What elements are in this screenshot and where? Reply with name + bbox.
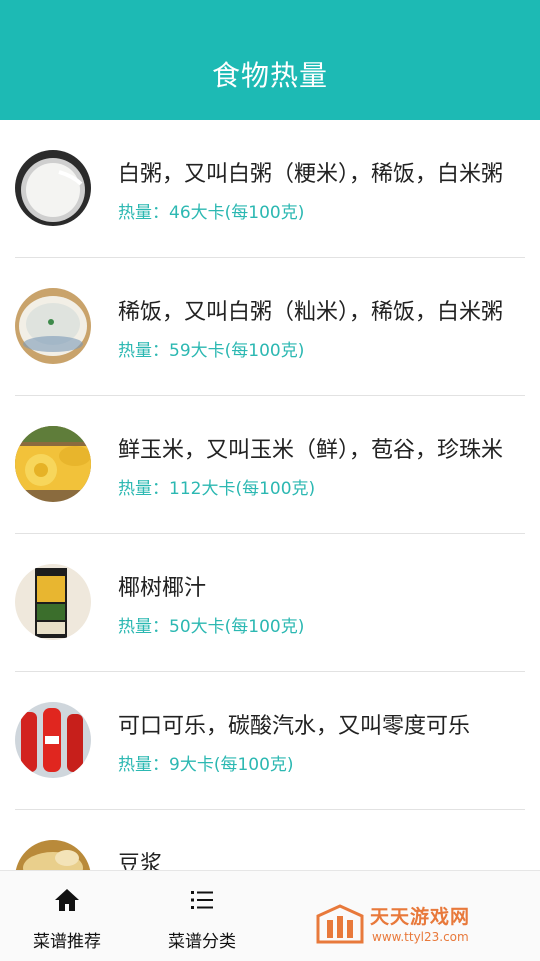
- tab-label: 菜谱分类: [168, 932, 236, 952]
- fresh-corn-image: [15, 426, 91, 502]
- food-list-item[interactable]: 可口可乐，碳酸汽水，又叫零度可乐 热量：9大卡(每100克): [15, 672, 525, 810]
- tab-recipe-category[interactable]: 菜谱分类: [137, 871, 267, 961]
- calorie-text: 热量：59大卡(每100克): [118, 341, 305, 361]
- food-name: 白粥，又叫白粥（粳米），稀饭，白米粥: [118, 162, 504, 187]
- watermark-title: 天天游戏网: [370, 906, 471, 928]
- app-header: 食物热量: [0, 0, 540, 120]
- tab-recipe-recommend[interactable]: 菜谱推荐: [2, 871, 132, 961]
- food-list-item[interactable]: 鲜玉米，又叫玉米（鲜），苞谷，珍珠米 热量：112大卡(每100克): [15, 396, 525, 534]
- food-name: 稀饭，又叫白粥（籼米），稀饭，白米粥: [118, 300, 504, 325]
- food-name: 豆浆: [118, 852, 163, 870]
- watermark-logo-icon: [316, 904, 364, 944]
- rice-congee-image: [15, 288, 91, 364]
- food-list-item[interactable]: 白粥，又叫白粥（粳米），稀饭，白米粥 热量：46大卡(每100克): [15, 120, 525, 258]
- home-icon: [54, 887, 80, 913]
- calorie-text: 热量：46大卡(每100克): [118, 203, 305, 223]
- page-title: 食物热量: [211, 59, 328, 92]
- calorie-text: 热量：9大卡(每100克): [118, 755, 294, 775]
- food-list-item[interactable]: 稀饭，又叫白粥（籼米），稀饭，白米粥 热量：59大卡(每100克): [15, 258, 525, 396]
- food-list[interactable]: 白粥，又叫白粥（粳米），稀饭，白米粥 热量：46大卡(每100克) 稀饭，又叫白…: [0, 120, 540, 870]
- coca-cola-image: [15, 702, 91, 778]
- soy-milk-image: [15, 840, 91, 870]
- food-name: 椰树椰汁: [118, 576, 207, 601]
- food-list-item[interactable]: 椰树椰汁 热量：50大卡(每100克): [15, 534, 525, 672]
- watermark-url: www.ttyl23.com: [372, 930, 469, 944]
- list-icon: [189, 887, 215, 913]
- food-name: 鲜玉米，又叫玉米（鲜），苞谷，珍珠米: [118, 438, 504, 463]
- food-name: 可口可乐，碳酸汽水，又叫零度可乐: [118, 714, 471, 739]
- calorie-text: 热量：50大卡(每100克): [118, 617, 305, 637]
- calorie-text: 热量：112大卡(每100克): [118, 479, 316, 499]
- food-list-item[interactable]: 豆浆: [15, 810, 525, 870]
- white-porridge-image: [15, 150, 91, 226]
- watermark: 天天游戏网 www.ttyl23.com: [312, 900, 512, 950]
- tab-label: 菜谱推荐: [33, 932, 101, 952]
- coconut-juice-image: [15, 564, 91, 640]
